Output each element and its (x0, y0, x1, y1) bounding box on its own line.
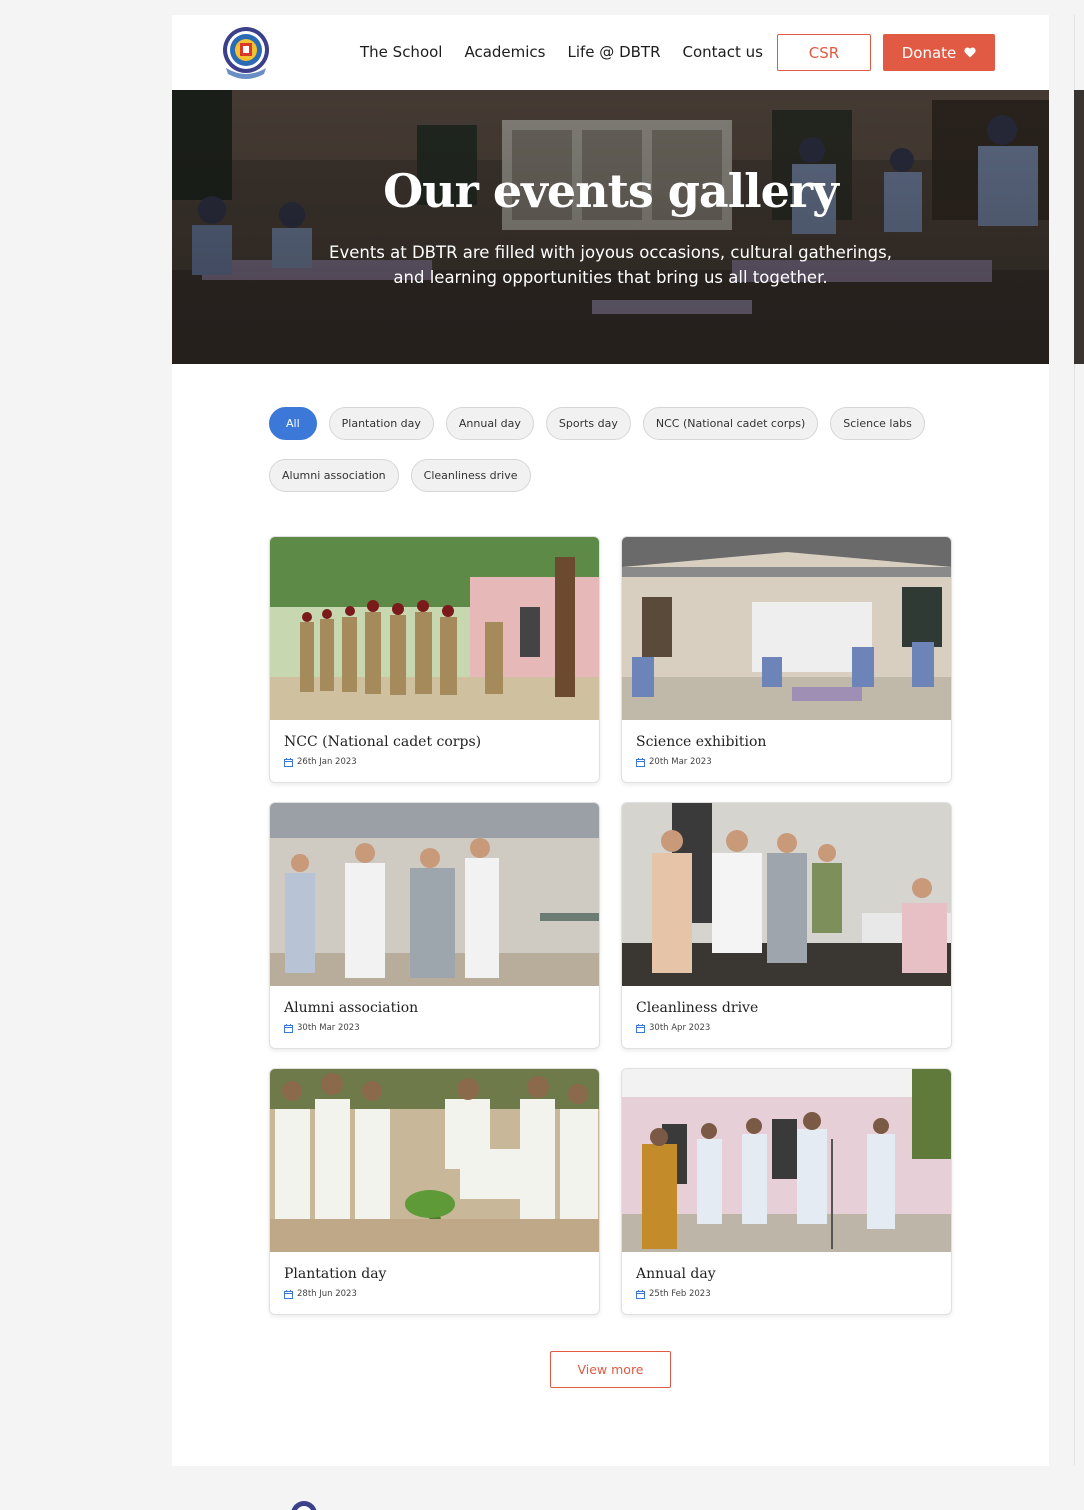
filter-chip-alumni-association[interactable]: Alumni association (269, 459, 399, 492)
card-date-text: 30th Mar 2023 (297, 1023, 360, 1033)
school-logo-icon[interactable] (220, 24, 272, 82)
card-title: Alumni association (284, 1000, 419, 1016)
filter-chip-ncc[interactable]: NCC (National cadet corps) (642, 407, 819, 440)
card-date: 30th Mar 2023 (284, 1023, 360, 1033)
card-date-text: 26th Jan 2023 (297, 757, 357, 767)
filter-chip-plantation-day[interactable]: Plantation day (328, 407, 434, 440)
heart-icon (964, 47, 976, 58)
card-title: Annual day (636, 1266, 716, 1282)
event-card[interactable]: Annual day 25th Feb 2023 (621, 1068, 952, 1315)
donate-label: Donate (901, 43, 957, 62)
footer-logo-icon (291, 1501, 317, 1510)
donate-button[interactable]: Donate (883, 34, 995, 71)
main-nav: The School Academics Life @ DBTR Contact… (360, 43, 785, 61)
event-card[interactable]: NCC (National cadet corps) 26th Jan 2023 (269, 536, 600, 783)
page-title: Our events gallery (383, 164, 839, 218)
filter-chip-science-labs[interactable]: Science labs (830, 407, 925, 440)
card-date: 20th Mar 2023 (636, 757, 712, 767)
event-card[interactable]: Cleanliness drive 30th Apr 2023 (621, 802, 952, 1049)
card-date-text: 25th Feb 2023 (649, 1289, 711, 1299)
csr-label: CSR (808, 43, 840, 62)
card-title: NCC (National cadet corps) (284, 734, 482, 750)
card-title: Plantation day (284, 1266, 387, 1282)
nav-academics[interactable]: Academics (464, 43, 545, 61)
nav-life-at-dbtr[interactable]: Life @ DBTR (568, 43, 661, 61)
event-card[interactable]: Plantation day 28th Jun 2023 (269, 1068, 600, 1315)
hero-overlay (172, 90, 1049, 364)
filter-chip-all[interactable]: All (269, 407, 317, 440)
card-title: Cleanliness drive (636, 1000, 759, 1016)
plantation-day-photo (270, 1069, 599, 1252)
science-exhibition-photo (622, 537, 951, 720)
annual-day-photo (622, 1069, 951, 1252)
event-filters: All Plantation day Annual day Sports day… (269, 407, 969, 492)
card-date: 26th Jan 2023 (284, 757, 357, 767)
nav-the-school[interactable]: The School (360, 43, 442, 61)
calendar-icon (636, 757, 645, 767)
filter-chip-sports-day[interactable]: Sports day (545, 407, 631, 440)
card-date: 28th Jun 2023 (284, 1289, 357, 1299)
card-date-text: 28th Jun 2023 (297, 1289, 357, 1299)
card-date: 30th Apr 2023 (636, 1023, 710, 1033)
calendar-icon (636, 1023, 645, 1033)
calendar-icon (284, 1289, 293, 1299)
calendar-icon (284, 757, 293, 767)
site-header: The School Academics Life @ DBTR Contact… (172, 15, 1049, 90)
next-slide-peek (1074, 90, 1084, 364)
filter-chip-cleanliness-drive[interactable]: Cleanliness drive (410, 459, 531, 492)
event-card[interactable]: Science exhibition 20th Mar 2023 (621, 536, 952, 783)
view-more-button[interactable]: View more (550, 1351, 671, 1388)
view-more-label: View more (577, 1362, 644, 1377)
card-title: Science exhibition (636, 734, 767, 750)
cleanliness-drive-photo (622, 803, 951, 986)
calendar-icon (636, 1289, 645, 1299)
alumni-association-photo (270, 803, 599, 986)
calendar-icon (284, 1023, 293, 1033)
card-date: 25th Feb 2023 (636, 1289, 711, 1299)
hero-subtitle: Events at DBTR are filled with joyous oc… (329, 243, 892, 287)
hero-banner: Our events gallery Events at DBTR are fi… (172, 90, 1049, 364)
csr-button[interactable]: CSR (777, 34, 871, 71)
event-card[interactable]: Alumni association 30th Mar 2023 (269, 802, 600, 1049)
ncc-photo (270, 537, 599, 720)
filter-chip-annual-day[interactable]: Annual day (445, 407, 534, 440)
card-date-text: 30th Apr 2023 (649, 1023, 711, 1033)
card-date-text: 20th Mar 2023 (649, 757, 712, 767)
page: The School Academics Life @ DBTR Contact… (172, 15, 1049, 1466)
nav-contact-us[interactable]: Contact us (683, 43, 763, 61)
